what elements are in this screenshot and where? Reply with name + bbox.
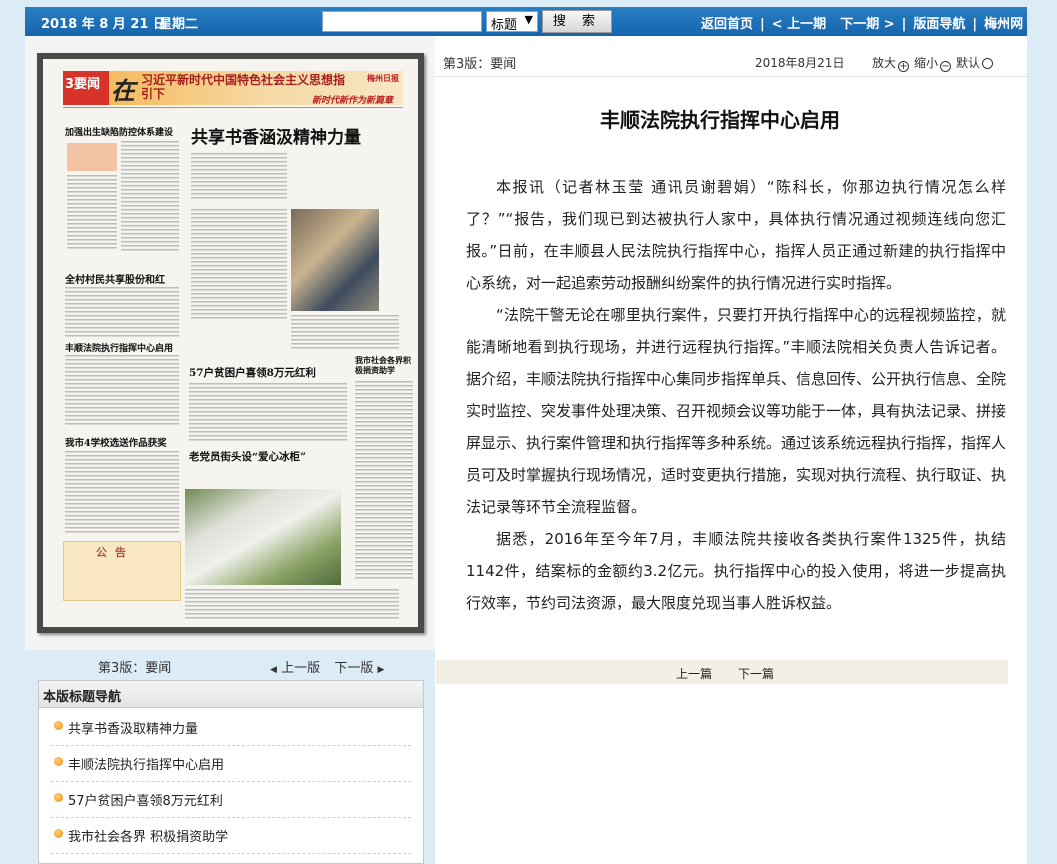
article-date: 2018年8月21日 xyxy=(755,56,845,70)
nav-home-link[interactable]: 返回首页 xyxy=(701,13,753,32)
thumb-headline-6[interactable]: 老党员街头设“爱心冰柜” xyxy=(189,449,306,464)
headline-nav-item[interactable]: 我市社会各界 积极捐资助学 xyxy=(51,818,411,854)
thumb-text xyxy=(65,287,179,337)
slogan-char: 在 xyxy=(111,76,135,105)
nav-separator: | xyxy=(972,17,978,32)
headline-nav-item[interactable]: 共享书香汲取精神力量 xyxy=(51,710,411,746)
thumb-headline-7[interactable]: 我市社会各界积极捐资助学 xyxy=(355,355,413,375)
article-pager: 上一篇 下一篇 xyxy=(436,660,1008,684)
zoom-in-icon[interactable]: + xyxy=(898,61,910,72)
thumb-text xyxy=(189,383,347,443)
thumb-headline-8[interactable]: 加强出生缺陷防控体系建设 xyxy=(65,125,173,138)
issue-date: 2018 年 8 月 21 日 xyxy=(41,17,166,32)
bullet-icon xyxy=(54,829,63,838)
headline-nav-title: 本版标题导航 xyxy=(39,681,423,708)
zoom-out-label[interactable]: 缩小 xyxy=(914,56,938,70)
nav-prev-issue-link[interactable]: < 上一期 xyxy=(772,13,826,32)
masthead-logo: 梅州日报 xyxy=(367,74,399,83)
zoom-default-icon[interactable] xyxy=(982,58,994,69)
headline-nav-label[interactable]: 57户贫困户喜领8万元红利 xyxy=(68,790,223,809)
article-divider xyxy=(435,76,1027,77)
page-label: 第3版：要闻 xyxy=(98,661,172,676)
search-type-value: 标题 xyxy=(491,18,518,33)
newspaper-page-image[interactable]: 3要闻 在 习近平新时代中国特色社会主义思想指引下 梅州日报 新时代新作为新篇章… xyxy=(43,59,418,627)
thumb-headline-3[interactable]: 丰顺法院执行指挥中心启用 xyxy=(65,341,173,354)
search-type-select[interactable]: 标题 ▼ xyxy=(486,11,538,33)
thumb-text xyxy=(65,451,179,535)
nav-separator: | xyxy=(760,17,765,32)
thumb-text xyxy=(65,355,179,427)
search-button[interactable]: 搜 索 xyxy=(542,10,612,33)
thumb-text xyxy=(355,381,413,581)
prev-page-link[interactable]: 上一版 xyxy=(281,661,320,676)
nav-page-guide-link[interactable]: 版面导航 xyxy=(913,13,965,32)
zoom-default-label[interactable]: 默认 xyxy=(956,56,980,70)
thumb-text xyxy=(67,175,117,251)
thumb-headline-2[interactable]: 全村村民共享股份和红 xyxy=(65,271,165,286)
zoom-controls: 放大 + 缩小 − 默认 xyxy=(872,54,998,72)
thumb-text xyxy=(121,141,179,251)
prev-arrow-icon: ◀ xyxy=(270,665,277,675)
bullet-icon xyxy=(54,721,63,730)
page-section-badge: 3要闻 xyxy=(63,71,109,105)
masthead-subtitle: 新时代新作为新篇章 xyxy=(311,96,393,106)
headline-nav-label[interactable]: 我市社会各界 积极捐资助学 xyxy=(68,826,228,845)
top-bar: 2018 年 8 月 21 日 星期二 标题 ▼ 搜 索 返回首页 | < 上一期 … xyxy=(25,7,1027,36)
issue-weekday: 星期二 xyxy=(159,17,199,32)
thumb-headline-main[interactable]: 共享书香涵汲精神力量 xyxy=(191,123,361,148)
dropdown-arrow-icon: ▼ xyxy=(524,13,533,26)
prev-article-link[interactable]: 上一篇 xyxy=(676,665,712,682)
thumb-text xyxy=(191,153,287,201)
thumb-text xyxy=(291,315,399,351)
nav-site-link[interactable]: 梅州网 xyxy=(984,13,1023,32)
thumb-red-box xyxy=(67,143,117,171)
headline-nav-box: 本版标题导航 共享书香汲取精神力量 丰顺法院执行指挥中心启用 57户贫困户喜领8… xyxy=(38,680,424,864)
thumb-headline-5[interactable]: 57户贫困户喜领8万元红利 xyxy=(189,365,316,380)
top-nav: 返回首页 | < 上一期 下一期 > | 版面导航 | 梅州网 xyxy=(701,13,1023,32)
thumb-text xyxy=(191,209,287,319)
thumb-photo-reading xyxy=(291,209,379,311)
nav-separator: | xyxy=(901,17,907,32)
article-title: 丰顺法院执行指挥中心启用 xyxy=(600,108,840,132)
bullet-icon xyxy=(54,757,63,766)
zoom-in-label[interactable]: 放大 xyxy=(872,56,896,70)
next-arrow-icon: ▶ xyxy=(377,665,385,675)
thumb-notice-box: 公告 xyxy=(63,541,181,601)
page-rule xyxy=(63,107,403,108)
thumb-text xyxy=(185,589,399,619)
thumb-photo-fridge xyxy=(185,489,341,585)
zoom-out-icon[interactable]: − xyxy=(940,61,952,72)
article-paragraph: “法院干警无论在哪里执行案件，只要打开执行指挥中心的远程视频监控，就能清晰地看到… xyxy=(466,306,1007,516)
thumb-notice-title: 公告 xyxy=(96,546,134,559)
headline-nav-label[interactable]: 共享书香汲取精神力量 xyxy=(68,718,198,737)
article-page-label: 第3版：要闻 xyxy=(443,57,517,72)
thumb-headline-4[interactable]: 我市4学校选送作品获奖 xyxy=(65,435,167,449)
search-input[interactable] xyxy=(322,11,482,32)
next-article-link[interactable]: 下一篇 xyxy=(738,665,774,682)
next-page-link[interactable]: 下一版 xyxy=(334,661,373,676)
page-pager: ◀ 上一版 下一版 ▶ xyxy=(270,657,384,676)
article-paragraph: 据悉，2016年至今年7月，丰顺法院共接收各类执行案件1325件，执结1142件… xyxy=(466,530,1006,612)
nav-next-issue-link[interactable]: 下一期 > xyxy=(840,13,894,32)
headline-nav-item[interactable]: 57户贫困户喜领8万元红利 xyxy=(51,782,411,818)
page-masthead: 3要闻 在 习近平新时代中国特色社会主义思想指引下 梅州日报 新时代新作为新篇章 xyxy=(63,71,403,106)
article-paragraph: 本报讯（记者林玉莹 通讯员谢碧娟）“陈科长，你那边执行情况怎么样了？”“报告，我… xyxy=(466,178,1006,292)
headline-nav-item[interactable]: 丰顺法院执行指挥中心启用 xyxy=(51,746,411,782)
headline-nav-label[interactable]: 丰顺法院执行指挥中心启用 xyxy=(68,754,224,773)
bullet-icon xyxy=(54,793,63,802)
article-body: 本报讯（记者林玉莹 通讯员谢碧娟）“陈科长，你那边执行情况怎么样了？”“报告，我… xyxy=(466,171,1006,619)
